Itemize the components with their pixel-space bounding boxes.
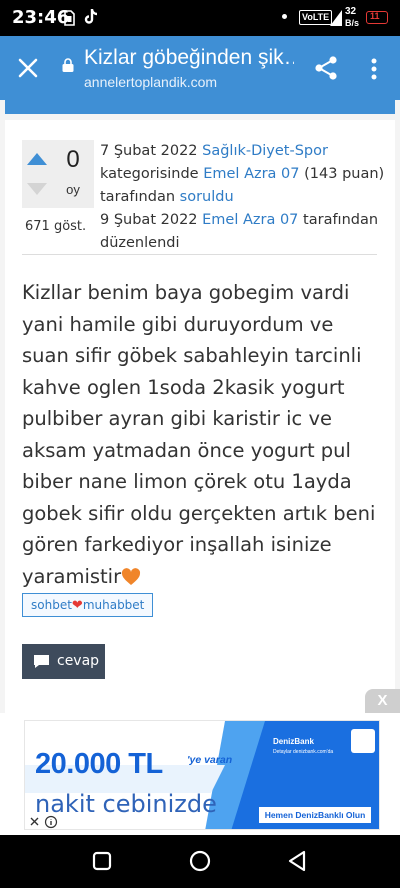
- asked-by-word: tarafından: [100, 189, 176, 205]
- tag-left: sohbet: [31, 598, 72, 612]
- page-title[interactable]: Kizlar göbeğinden şik…: [84, 46, 294, 70]
- question-card: 0 oy 671 göst. 7 Şubat 2022 Sağlık-Diyet…: [5, 120, 395, 714]
- tag-sohbet-muhabbet[interactable]: sohbet❤muhabbet: [22, 593, 154, 617]
- asked-link[interactable]: soruldu: [180, 189, 234, 205]
- system-nav-bar: [0, 835, 400, 888]
- denizbank-logo-icon: [351, 729, 375, 753]
- ad-zone: DenizBank Detaylar denizbank.com'da 20.0…: [0, 713, 400, 835]
- ad-close-tab[interactable]: X: [365, 689, 400, 713]
- vote-up-icon[interactable]: [26, 152, 48, 166]
- divider: [22, 254, 377, 255]
- edited-date: 9 Şubat 2022: [100, 212, 198, 228]
- vote-unit: oy: [66, 182, 80, 197]
- ad-amount: 20.000 TL: [35, 748, 163, 780]
- recents-icon[interactable]: [90, 849, 114, 873]
- orange-heart-icon: [122, 567, 141, 585]
- red-heart-icon: ❤: [71, 598, 83, 613]
- ad-brand: DenizBank: [273, 737, 314, 746]
- page-url[interactable]: annelertoplandik.com: [84, 74, 217, 90]
- signal-icon: [330, 10, 342, 26]
- ad-amount-suffix: 'ye varan: [187, 754, 233, 766]
- header-strip: [5, 100, 395, 114]
- edited-by-word: tarafından: [303, 212, 379, 228]
- category-link[interactable]: Sağlık-Diyet-Spor: [202, 143, 328, 159]
- ad-line2: nakit cebinizde: [35, 790, 217, 818]
- vote-down-icon[interactable]: [26, 182, 48, 196]
- lock-icon: [62, 58, 74, 72]
- vote-count: 0: [66, 146, 80, 173]
- ad-info-icon[interactable]: [29, 815, 61, 829]
- net-speed-unit: B/s: [345, 18, 360, 28]
- status-bar: 23:46 VoLTE 32 B/s 11: [0, 0, 400, 36]
- tiktok-icon: [84, 9, 98, 24]
- question-body-text: Kizllar benim baya gobegim vardi yani ha…: [22, 281, 376, 588]
- sim-card-icon: [64, 10, 75, 26]
- asker-points: (143 puan): [304, 166, 385, 182]
- asked-date: 7 Şubat 2022: [100, 143, 198, 159]
- ad-cta-button[interactable]: Hemen DenizBanklı Olun: [259, 807, 371, 823]
- question-body: Kizllar benim baya gobegim vardi yani ha…: [22, 277, 382, 592]
- asker-link[interactable]: Emel Azra 07: [203, 166, 299, 182]
- volte-icon: VoLTE: [299, 10, 333, 25]
- notification-dot-icon: [282, 14, 287, 19]
- ad-brand-sub: Detaylar denizbank.com'da: [273, 749, 334, 755]
- category-suffix: kategorisinde: [100, 166, 199, 182]
- reply-button[interactable]: cevap: [22, 644, 105, 679]
- battery-level: 11: [370, 11, 380, 21]
- page-content[interactable]: 0 oy 671 göst. 7 Şubat 2022 Sağlık-Diyet…: [0, 100, 400, 714]
- tag-right: muhabbet: [82, 598, 145, 612]
- edited-word: düzenlendi: [100, 235, 180, 251]
- back-icon[interactable]: [286, 849, 310, 873]
- battery-icon: 11: [366, 11, 388, 24]
- vote-box: 0 oy: [22, 140, 94, 208]
- share-icon[interactable]: [312, 54, 340, 82]
- status-time: 23:46: [12, 7, 70, 28]
- chat-icon: [34, 655, 49, 668]
- ad-banner[interactable]: DenizBank Detaylar denizbank.com'da 20.0…: [24, 720, 380, 830]
- question-meta: 7 Şubat 2022 Sağlık-Diyet-Spor kategoris…: [100, 140, 390, 255]
- browser-toolbar: Kizlar göbeğinden şik… annelertoplandik.…: [0, 36, 400, 100]
- more-vert-icon[interactable]: [362, 56, 386, 82]
- net-speed-value: 32: [345, 6, 357, 17]
- close-icon[interactable]: [14, 54, 42, 82]
- editor-link[interactable]: Emel Azra 07: [202, 212, 298, 228]
- home-icon[interactable]: [188, 849, 212, 873]
- reply-label: cevap: [57, 653, 100, 669]
- view-count: 671 göst.: [25, 219, 87, 234]
